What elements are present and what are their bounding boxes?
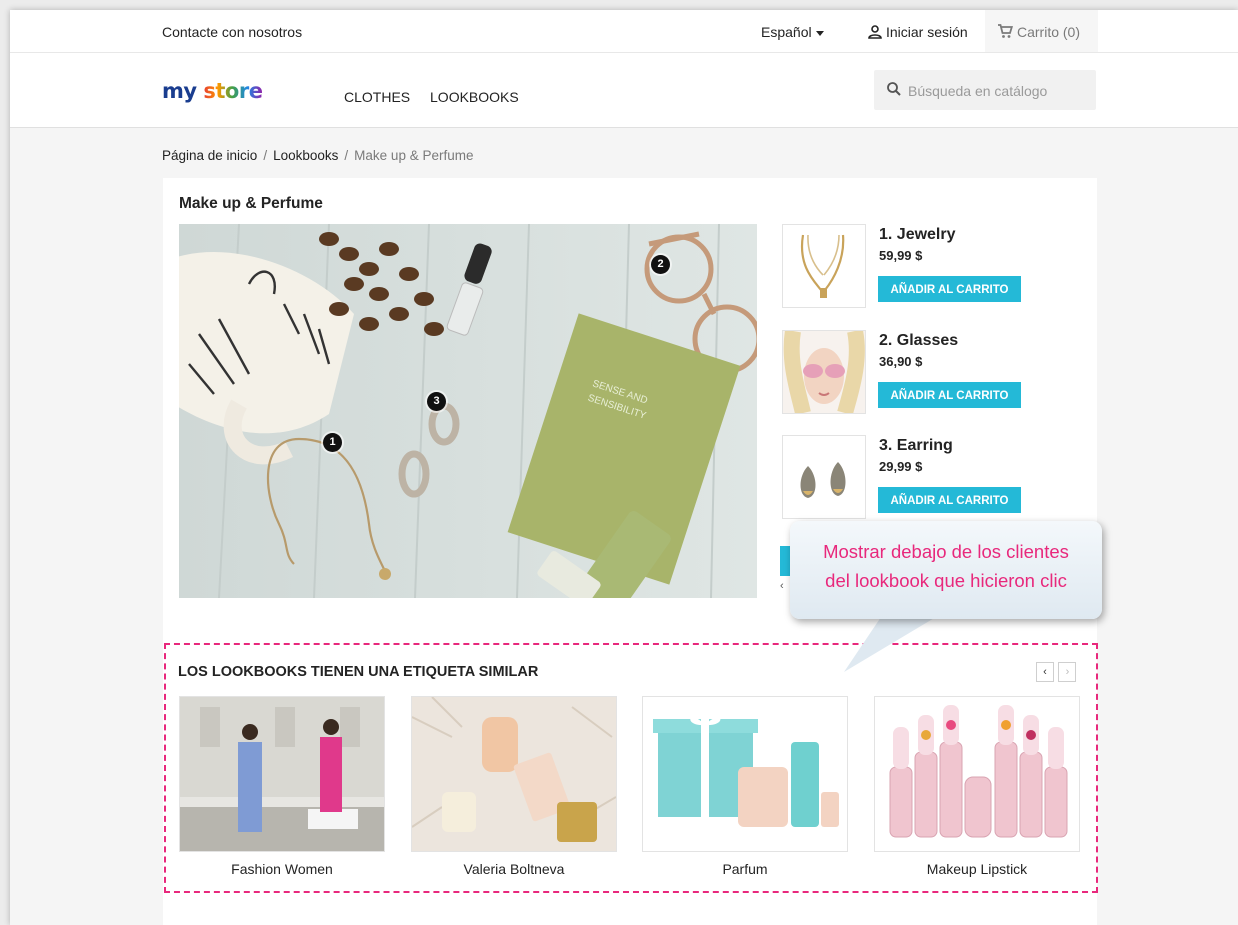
breadcrumb-separator: / xyxy=(344,148,349,163)
cart-button[interactable]: Carrito (0) xyxy=(985,10,1098,52)
carousel-next-button[interactable]: › xyxy=(1058,662,1077,682)
add-to-cart-button[interactable]: AÑADIR AL CARRITO xyxy=(878,382,1021,408)
page-title: Make up & Perfume xyxy=(179,195,323,212)
lookbook-thumbnail[interactable] xyxy=(642,696,848,852)
contact-link[interactable]: Contacte con nosotros xyxy=(162,24,302,40)
search-input[interactable]: Búsqueda en catálogo xyxy=(874,70,1096,110)
breadcrumb-separator: / xyxy=(263,148,268,163)
product-name[interactable]: 1. Jewelry xyxy=(879,226,956,244)
carousel-arrows: ‹ › xyxy=(1036,662,1077,682)
store-logo[interactable]: my store xyxy=(162,79,263,103)
fashion-women-image xyxy=(180,697,384,851)
search-icon[interactable] xyxy=(886,81,902,97)
user-icon xyxy=(868,25,882,39)
product-name[interactable]: 2. Glasses xyxy=(879,332,958,350)
parfum-gift-image xyxy=(643,697,847,851)
lookbook-photo: SENSE AND SENSIBILITY xyxy=(179,224,757,598)
product-price: 59,99 $ xyxy=(879,248,923,263)
nav-item-lookbooks[interactable]: LOOKBOOKS xyxy=(430,89,519,105)
lookbook-caption[interactable]: Makeup Lipstick xyxy=(874,861,1080,877)
product-name[interactable]: 3. Earring xyxy=(879,437,953,455)
perfume-fur-image xyxy=(412,697,616,851)
info-callout: Mostrar debajo de los clientes del lookb… xyxy=(790,521,1102,619)
earring-image xyxy=(800,462,846,498)
lookbook-caption[interactable]: Parfum xyxy=(642,861,848,877)
header: my store CLOTHES LOOKBOOKS Búsqueda en c… xyxy=(10,53,1238,128)
glasses-image xyxy=(783,331,865,413)
necklace-image xyxy=(800,234,845,298)
logo-text-store: store xyxy=(203,79,263,103)
cart-label: Carrito (0) xyxy=(1017,24,1081,40)
login-link[interactable]: Iniciar sesión xyxy=(868,24,968,40)
browser-page: Contacte con nosotros Español Iniciar se… xyxy=(10,10,1238,925)
carousel-prev-button[interactable]: ‹ xyxy=(1036,662,1054,682)
top-bar: Contacte con nosotros Español Iniciar se… xyxy=(10,10,1238,53)
callout-tail xyxy=(844,617,936,672)
hotspot-1[interactable]: 1 xyxy=(323,433,342,452)
add-to-cart-button[interactable]: AÑADIR AL CARRITO xyxy=(878,276,1021,302)
lookbook-thumbnail[interactable] xyxy=(411,696,617,852)
lipstick-image xyxy=(875,697,1079,851)
callout-line-2: del lookbook que hicieron clic xyxy=(825,570,1067,591)
lookbook-card-valeria-boltneva[interactable]: Valeria Boltneva xyxy=(411,696,617,877)
product-price: 36,90 $ xyxy=(879,354,923,369)
logo-text-my: my xyxy=(162,79,197,103)
hotspot-2[interactable]: 2 xyxy=(651,255,670,274)
lookbook-caption[interactable]: Valeria Boltneva xyxy=(411,861,617,877)
lookbook-image: SENSE AND SENSIBILITY 1 2 3 xyxy=(179,224,757,598)
add-to-cart-button[interactable]: AÑADIR AL CARRITO xyxy=(878,487,1021,513)
main-nav: CLOTHES LOOKBOOKS xyxy=(344,89,535,105)
chevron-down-icon xyxy=(815,30,824,36)
product-price: 29,99 $ xyxy=(879,459,923,474)
product-item-jewelry: 1. Jewelry 59,99 $ AÑADIR AL CARRITO xyxy=(780,224,1080,310)
cart-icon xyxy=(998,24,1013,38)
lookbook-card-parfum[interactable]: Parfum xyxy=(642,696,848,877)
language-label: Español xyxy=(761,24,812,40)
breadcrumb-home[interactable]: Página de inicio xyxy=(162,148,257,163)
language-selector[interactable]: Español xyxy=(761,24,824,40)
login-label: Iniciar sesión xyxy=(886,24,968,40)
product-thumbnail[interactable] xyxy=(782,435,866,519)
lookbook-thumbnail[interactable] xyxy=(874,696,1080,852)
search-placeholder: Búsqueda en catálogo xyxy=(908,83,1048,99)
callout-line-1: Mostrar debajo de los clientes xyxy=(823,541,1069,562)
lookbook-card-fashion-women[interactable]: Fashion Women xyxy=(179,696,385,877)
similar-lookbooks-title: LOS LOOKBOOKS TIENEN UNA ETIQUETA SIMILA… xyxy=(178,664,539,680)
breadcrumb-lookbooks[interactable]: Lookbooks xyxy=(273,148,338,163)
product-thumbnail[interactable] xyxy=(782,330,866,414)
breadcrumb-current: Make up & Perfume xyxy=(354,148,474,163)
nav-item-clothes[interactable]: CLOTHES xyxy=(344,89,410,105)
lookbook-card-makeup-lipstick[interactable]: Makeup Lipstick xyxy=(874,696,1080,877)
lookbook-caption[interactable]: Fashion Women xyxy=(179,861,385,877)
callout-text: Mostrar debajo de los clientes del lookb… xyxy=(790,537,1102,595)
product-item-earring: 3. Earring 29,99 $ AÑADIR AL CARRITO xyxy=(780,435,1080,521)
lookbook-thumbnail[interactable] xyxy=(179,696,385,852)
hotspot-3[interactable]: 3 xyxy=(427,392,446,411)
breadcrumb: Página de inicio / Lookbooks / Make up & Per… xyxy=(162,148,473,163)
product-thumbnail[interactable] xyxy=(782,224,866,308)
product-item-glasses: 2. Glasses 36,90 $ AÑADIR AL CARRITO xyxy=(780,330,1080,416)
